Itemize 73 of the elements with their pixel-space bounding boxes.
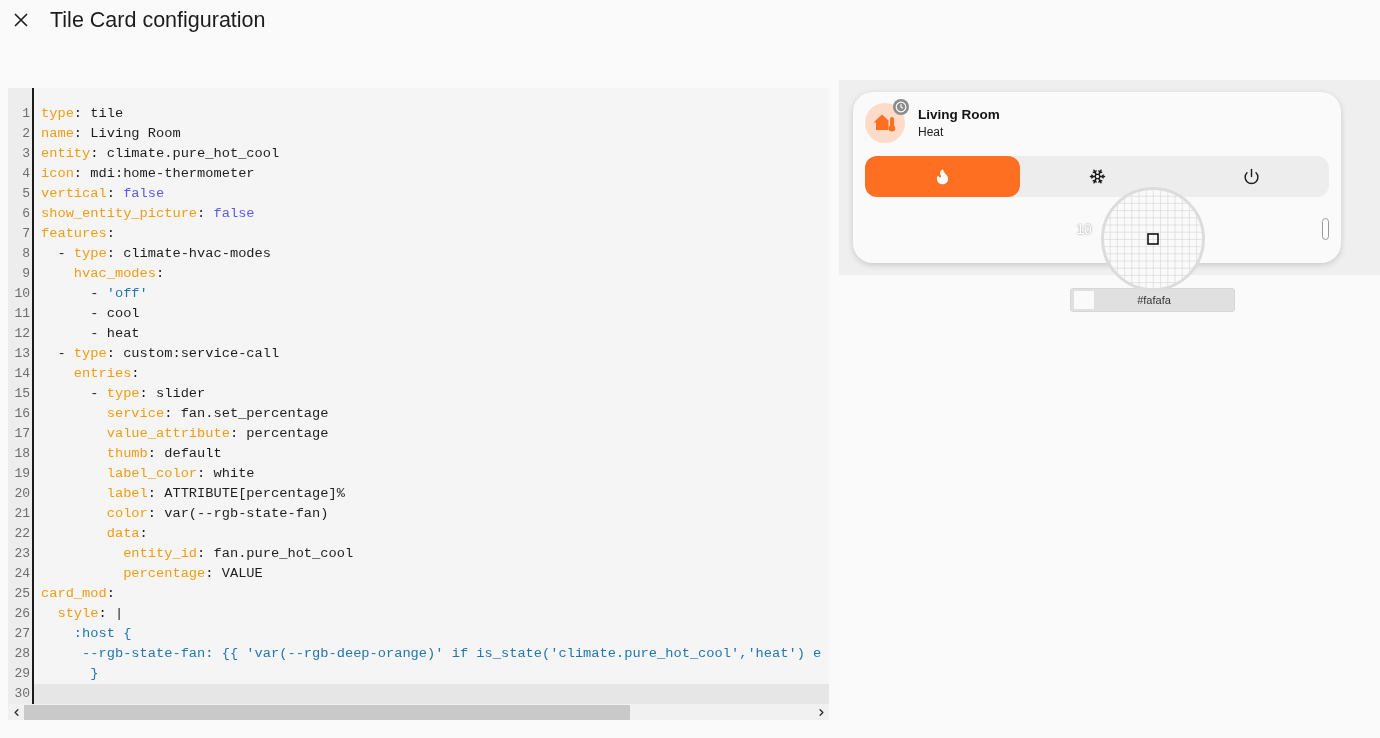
line-number: 7 xyxy=(22,225,31,243)
code-line: data: xyxy=(105,525,148,543)
house-thermometer-icon xyxy=(865,103,905,143)
code-line: entries: xyxy=(72,365,140,383)
line-number: 26 xyxy=(14,605,31,623)
line-number: 24 xyxy=(14,565,31,583)
clock-badge-icon xyxy=(893,99,909,115)
code-line: entity_id: fan.pure_hot_cool xyxy=(122,545,354,563)
line-number: 12 xyxy=(14,325,31,343)
line-number: 13 xyxy=(14,345,31,363)
code-line: - type: slider xyxy=(89,385,206,403)
code-line: vertical: false xyxy=(41,185,165,203)
code-line: icon: mdi:home-thermometer xyxy=(41,165,255,183)
line-number: 1 xyxy=(22,105,31,123)
code-line: - type: custom:service-call xyxy=(56,345,280,363)
line-number: 18 xyxy=(14,445,31,463)
code-line: - cool xyxy=(89,305,140,323)
line-number: 8 xyxy=(22,245,31,263)
line-number: 29 xyxy=(14,665,31,683)
code-line: style: | xyxy=(56,605,124,623)
line-number: 6 xyxy=(22,205,31,223)
line-number: 27 xyxy=(14,625,31,643)
code-line: label_color: white xyxy=(105,465,255,483)
power-icon xyxy=(1243,168,1261,185)
hvac-mode-button[interactable] xyxy=(865,156,1020,197)
code-line: --rgb-state-fan: {{ 'var(--rgb-deep-orange)' if is_state('climate.pure_hot_cool','heat') e xyxy=(81,645,822,663)
slider-thumb[interactable] xyxy=(1322,218,1329,240)
code-line: label: ATTRIBUTE[percentage]% xyxy=(105,485,345,503)
line-number: 23 xyxy=(14,545,31,563)
close-button[interactable] xyxy=(13,12,29,28)
close-icon xyxy=(14,13,28,27)
line-number: 30 xyxy=(14,685,31,703)
code-line: - heat xyxy=(89,325,140,343)
line-number: 25 xyxy=(14,585,31,603)
line-number: 22 xyxy=(14,525,31,543)
code-line: show_entity_picture: false xyxy=(41,205,255,223)
line-number: 14 xyxy=(14,365,31,383)
code-line: - type: climate-hvac-modes xyxy=(56,245,271,263)
line-number: 20 xyxy=(14,485,31,503)
line-number: 10 xyxy=(14,285,31,303)
scrollbar-thumb[interactable] xyxy=(24,704,630,720)
line-number: 3 xyxy=(22,145,31,163)
line-number: 17 xyxy=(14,425,31,443)
line-number: 5 xyxy=(22,185,31,203)
code-line: } xyxy=(89,665,99,683)
entity-name: Living Room xyxy=(918,106,1000,124)
code-line: thumb: default xyxy=(105,445,222,463)
dialog-title: Tile Card configuration xyxy=(50,7,266,33)
code-line: features: xyxy=(41,225,115,243)
code-line: type: tile xyxy=(41,105,124,123)
line-number: 9 xyxy=(22,265,31,283)
code-line: name: Living Room xyxy=(41,125,181,143)
line-number: 11 xyxy=(14,305,31,323)
line-number: 4 xyxy=(22,165,31,183)
line-number: 19 xyxy=(14,465,31,483)
line-number: 21 xyxy=(14,505,31,523)
entity-state: Heat xyxy=(918,124,945,140)
code-line: card_mod: xyxy=(41,585,115,603)
line-number: 2 xyxy=(22,125,31,143)
code-line: - 'off' xyxy=(89,285,148,303)
code-line: entity: climate.pure_hot_cool xyxy=(41,145,280,163)
code-line: color: var(--rgb-state-fan) xyxy=(105,505,329,523)
color-swatch-icon xyxy=(1074,291,1094,309)
line-number: 16 xyxy=(14,405,31,423)
code-line: percentage: VALUE xyxy=(122,565,263,583)
line-number: 28 xyxy=(14,645,31,663)
color-value: #fafafa xyxy=(1137,292,1171,308)
code-line: :host { xyxy=(72,625,132,643)
line-number: 15 xyxy=(14,385,31,403)
code-line: service: fan.set_percentage xyxy=(105,405,329,423)
snowflake-icon xyxy=(1088,168,1106,185)
code-line: hvac_modes: xyxy=(72,265,165,283)
code-line: value_attribute: percentage xyxy=(105,425,329,443)
